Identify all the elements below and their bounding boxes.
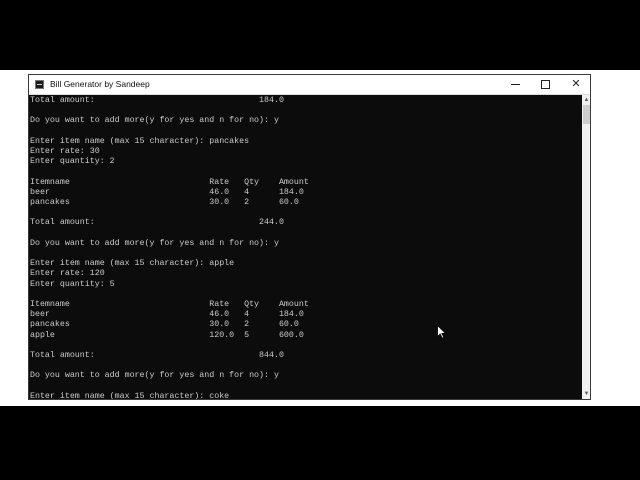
console-line: Do you want to add more(y for yes and n …: [30, 371, 279, 381]
minimize-button[interactable]: [500, 75, 530, 94]
console-line: Do you want to add more(y for yes and n …: [30, 116, 279, 126]
console-line: Enter item name (max 15 character): panc…: [30, 136, 250, 146]
minimize-icon: [510, 83, 520, 85]
console-line: apple 120.0 5 600.0: [30, 330, 304, 340]
video-letterbox-top: [0, 0, 640, 70]
video-letterbox-bottom: [0, 406, 640, 480]
window-title: Bill Generator by Sandeep: [50, 79, 150, 89]
maximize-button[interactable]: [530, 75, 560, 94]
console-line: pancakes 30.0 2 60.0: [30, 320, 299, 330]
maximize-icon: [540, 79, 550, 89]
console-app-icon[interactable]: [35, 80, 44, 89]
console-line: Itemname Rate Qty Amount: [30, 177, 309, 187]
console-line: Enter rate: 30: [30, 147, 100, 156]
console-line: Total amount: 244.0: [30, 218, 284, 228]
console-line: Enter quantity: 2: [30, 157, 115, 167]
console-line: Total amount: 184.0: [30, 96, 284, 105]
title-bar[interactable]: Bill Generator by Sandeep ✕: [29, 75, 590, 95]
vertical-scrollbar[interactable]: ▲ ▼: [582, 95, 590, 399]
console-line: Total amount: 844.0: [30, 351, 284, 360]
console-output[interactable]: Total amount: 184.0 Do you want to add mo…: [29, 95, 582, 400]
mouse-pointer-icon: [437, 325, 447, 339]
console-line: Do you want to add more(y for yes and n …: [30, 238, 279, 248]
console-line: Enter rate: 120: [30, 269, 105, 279]
console-line: Itemname Rate Qty Amount: [30, 300, 309, 309]
console-line: Enter item name (max 15 character): coke: [30, 391, 230, 400]
scrollbar-thumb[interactable]: [583, 105, 590, 124]
scroll-up-arrow-icon[interactable]: ▲: [582, 95, 590, 105]
console-line: Enter quantity: 5: [30, 279, 115, 289]
console-window[interactable]: Bill Generator by Sandeep ✕ Total amount…: [28, 74, 591, 400]
console-line: pancakes 30.0 2 60.0: [30, 198, 299, 207]
console-line: beer 46.0 4 184.0: [30, 187, 304, 197]
scroll-down-arrow-icon[interactable]: ▼: [582, 389, 590, 399]
console-line: Enter item name (max 15 character): appl…: [30, 259, 235, 269]
close-icon: ✕: [571, 78, 581, 90]
close-button[interactable]: ✕: [561, 75, 590, 94]
console-line: beer 46.0 4 184.0: [30, 310, 304, 320]
